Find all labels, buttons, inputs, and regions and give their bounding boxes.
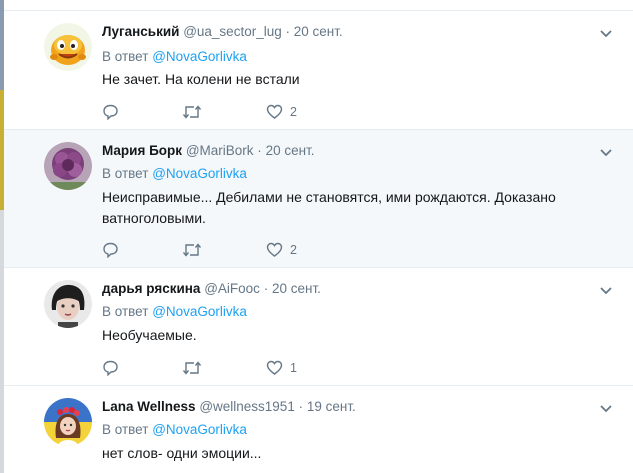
separator-dot: ·: [263, 281, 269, 296]
tweet-header: Мария Борк @MariBork · 20 сент.: [102, 143, 314, 158]
like-button[interactable]: 2: [266, 103, 297, 121]
separator-dot: ·: [285, 24, 290, 39]
reply-prefix: В ответ: [102, 166, 149, 181]
display-name[interactable]: Lana Wellness: [102, 399, 196, 414]
reply-mention-link[interactable]: @NovaGorlivka: [152, 166, 247, 181]
avatar[interactable]: [44, 280, 92, 328]
orange-smiley-avatar-icon: [44, 23, 92, 71]
like-count: 2: [290, 105, 297, 119]
user-handle[interactable]: @AiFooc: [204, 281, 260, 296]
user-handle[interactable]: @wellness1951: [199, 399, 295, 414]
tweet-actions: 2: [102, 241, 402, 259]
retweet-button[interactable]: [182, 359, 202, 377]
retweet-button[interactable]: [182, 103, 202, 121]
tweet[interactable]: Мария Борк @MariBork · 20 сент. В ответ …: [4, 130, 633, 268]
like-icon: [266, 360, 283, 375]
reply-prefix: В ответ: [102, 49, 149, 64]
reply-button[interactable]: [102, 241, 119, 259]
ukrainian-flag-girl-avatar-icon: [44, 398, 92, 446]
reply-context: В ответ @NovaGorlivka: [102, 166, 247, 181]
avatar[interactable]: [44, 398, 92, 446]
tweet[interactable]: Луганський @ua_sector_lug · 20 сент. В о…: [4, 11, 633, 130]
tweet-actions: 1: [102, 359, 402, 377]
tweet-header: Lana Wellness @wellness1951 · 19 сент.: [102, 399, 356, 414]
reply-context: В ответ @NovaGorlivka: [102, 422, 247, 437]
retweet-icon: [182, 361, 202, 375]
tweet-text: Неисправимые... Дебилами не становятся, …: [102, 189, 556, 226]
tweet-header: Луганський @ua_sector_lug · 20 сент.: [102, 24, 343, 39]
like-button[interactable]: 2: [266, 241, 297, 259]
girl-portrait-avatar-icon: [44, 280, 92, 328]
chevron-down-icon[interactable]: [599, 29, 613, 39]
avatar[interactable]: [44, 142, 92, 190]
tweet-actions: 2: [102, 103, 402, 121]
display-name[interactable]: дарья ряскина: [102, 281, 200, 296]
tweet-header: дарья ряскина @AiFooc · 20 сент.: [102, 281, 321, 296]
reply-prefix: В ответ: [102, 304, 149, 319]
like-icon: [266, 242, 283, 257]
reply-context: В ответ @NovaGorlivka: [102, 304, 247, 319]
tweet-date[interactable]: 20 сент.: [266, 143, 315, 158]
tweet-text: Необучаемые.: [102, 327, 197, 343]
retweet-icon: [182, 105, 202, 119]
retweet-button[interactable]: [182, 241, 202, 259]
reply-button[interactable]: [102, 103, 119, 121]
reply-button[interactable]: [102, 359, 119, 377]
tweet[interactable]: дарья ряскина @AiFooc · 20 сент. В ответ…: [4, 268, 633, 386]
user-handle[interactable]: @MariBork: [186, 143, 254, 158]
chevron-down-icon[interactable]: [599, 286, 613, 296]
separator-dot: ·: [257, 143, 262, 158]
like-count: 1: [290, 361, 297, 375]
purple-flower-avatar-icon: [44, 142, 92, 190]
reply-feed: Луганський @ua_sector_lug · 20 сент. В о…: [4, 0, 633, 473]
tweet-date[interactable]: 20 сент.: [272, 281, 321, 296]
like-button[interactable]: 1: [266, 359, 297, 377]
chevron-down-icon[interactable]: [599, 404, 613, 414]
tweet-date[interactable]: 19 сент.: [307, 399, 356, 414]
reply-context: В ответ @NovaGorlivka: [102, 49, 247, 64]
tweet-date[interactable]: 20 сент.: [294, 24, 343, 39]
like-count: 2: [290, 243, 297, 257]
reply-icon: [103, 360, 118, 376]
separator-dot: ·: [298, 399, 304, 414]
retweet-icon: [182, 243, 202, 257]
tweet[interactable]: Lana Wellness @wellness1951 · 19 сент. В…: [4, 386, 633, 473]
display-name[interactable]: Луганський: [102, 24, 179, 39]
chevron-down-icon[interactable]: [599, 148, 613, 158]
user-handle[interactable]: @ua_sector_lug: [183, 24, 282, 39]
reply-icon: [103, 104, 118, 120]
tweet-text: Не зачет. На колени не встали: [102, 71, 300, 87]
reply-mention-link[interactable]: @NovaGorlivka: [152, 49, 247, 64]
reply-mention-link[interactable]: @NovaGorlivka: [152, 422, 247, 437]
reply-icon: [103, 242, 118, 258]
display-name[interactable]: Мария Борк: [102, 143, 182, 158]
reply-prefix: В ответ: [102, 422, 149, 437]
avatar[interactable]: [44, 23, 92, 71]
like-icon: [266, 104, 283, 119]
tweet-text: нет слов- одни эмоции...: [102, 445, 262, 461]
reply-mention-link[interactable]: @NovaGorlivka: [152, 304, 247, 319]
